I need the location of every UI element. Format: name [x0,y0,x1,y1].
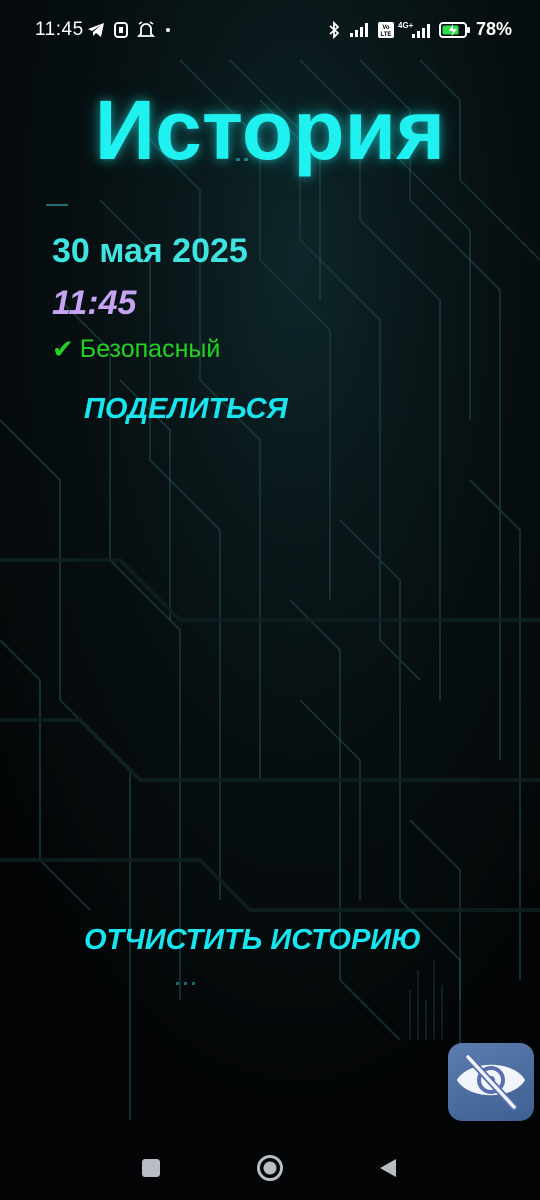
back-icon [380,1159,396,1177]
eye-off-icon [452,1045,530,1120]
floating-button[interactable] [448,1043,534,1121]
volte-icon: Vo LTE [376,18,396,42]
page-title: История [94,83,446,177]
clear-history-button[interactable]: ОТЧИСТИТЬ ИСТОРИЮ [84,924,421,957]
bluetooth-icon [326,18,342,42]
svg-text:4G+: 4G+ [398,21,414,30]
recents-icon [142,1159,160,1177]
recents-button[interactable] [131,1148,171,1188]
battery-percent: 78% [476,19,513,39]
entry-status-text: Безопасный [79,334,221,363]
share-button[interactable]: ПОДЕЛИТЬСЯ [84,393,288,426]
check-icon: ✔ [52,334,74,364]
signal-4g-icon: 4G+ [398,18,432,42]
navigation-bar [0,1136,540,1200]
home-button[interactable] [250,1148,290,1188]
status-bar: 11:45 Vo LTE 4G+ 78% [0,0,540,60]
app-icon [112,18,130,42]
entry-status: ✔ Безопасный [52,332,248,366]
battery-icon [438,18,472,42]
back-button[interactable] [368,1148,408,1188]
alarm-icon [136,18,156,42]
svg-text:Vo: Vo [382,25,390,31]
dot-icon [164,18,172,42]
svg-text:LTE: LTE [381,32,392,38]
circuit-background [0,0,540,1200]
history-entry: 30 мая 2025 11:45 ✔ Безопасный [52,228,248,366]
telegram-icon [86,18,106,42]
home-icon [257,1155,283,1181]
status-time: 11:45 [35,19,84,40]
signal-icon [348,18,372,42]
entry-date: 30 мая 2025 [52,232,248,270]
entry-time: 11:45 [52,284,137,322]
